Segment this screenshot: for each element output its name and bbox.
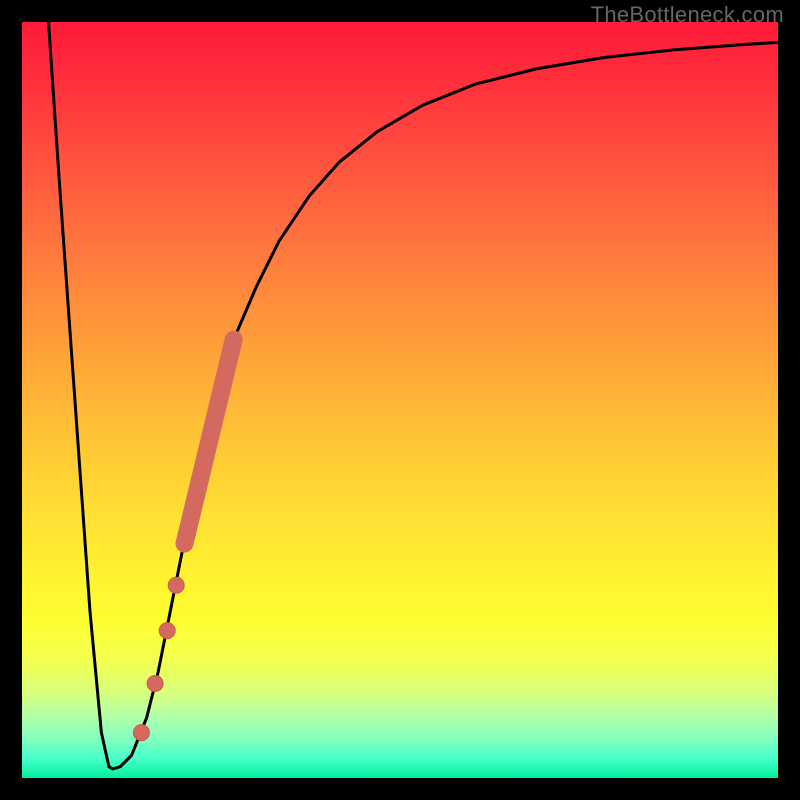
- bottleneck-curve: [49, 22, 779, 769]
- highlight-segment: [185, 340, 234, 544]
- chart-svg: [0, 0, 800, 800]
- chart-frame: TheBottleneck.com: [0, 0, 800, 800]
- watermark-text: TheBottleneck.com: [591, 2, 784, 28]
- dot-1: [133, 725, 149, 741]
- highlight-dots: [133, 577, 184, 740]
- dot-2: [147, 676, 163, 692]
- dot-4: [168, 577, 184, 593]
- dot-3: [159, 623, 175, 639]
